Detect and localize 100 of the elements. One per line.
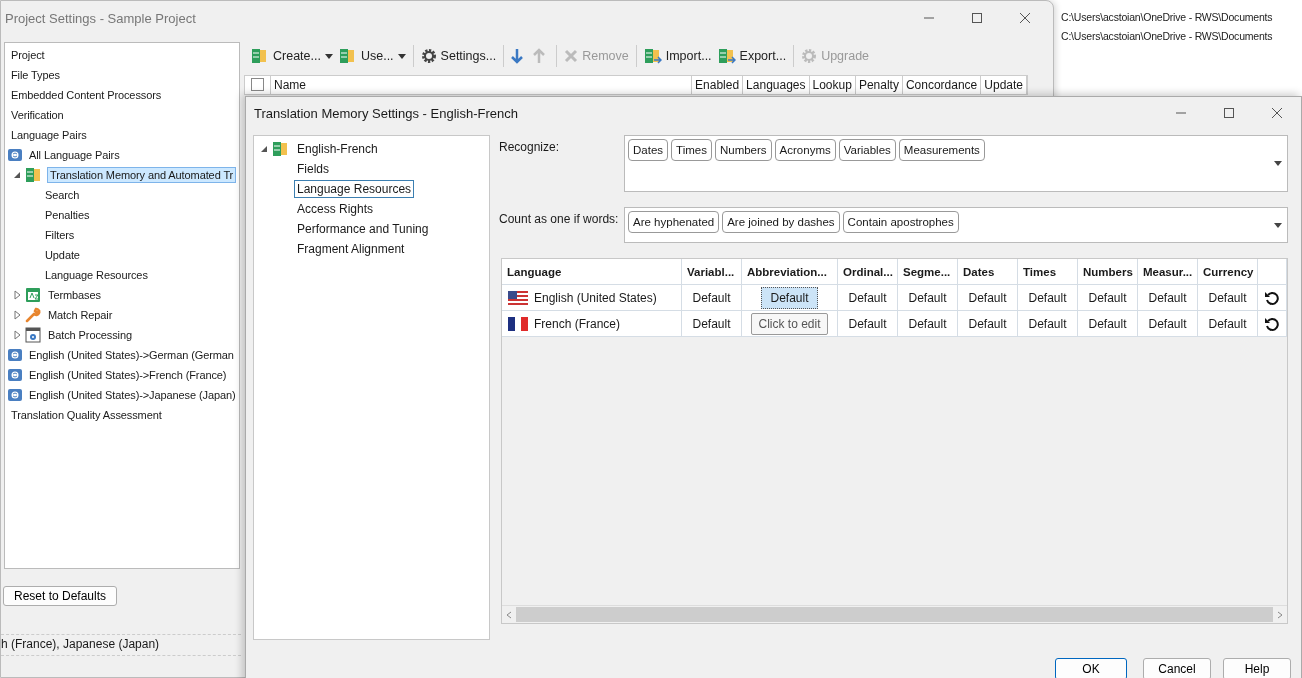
toolbar-button[interactable]: Use... bbox=[335, 46, 409, 66]
database-icon bbox=[338, 48, 357, 64]
tree-item[interactable]: Language Resources bbox=[294, 180, 415, 198]
reset-icon[interactable] bbox=[1264, 315, 1280, 332]
reset-icon[interactable] bbox=[1264, 289, 1280, 306]
tag-chip[interactable]: Numbers bbox=[714, 139, 772, 161]
tag-chip[interactable]: Times bbox=[671, 139, 712, 161]
edit-hint[interactable]: Click to edit bbox=[751, 312, 828, 335]
toolbar-button[interactable]: Settings... bbox=[417, 46, 500, 66]
table-cell[interactable]: Default bbox=[1199, 312, 1256, 335]
expand-icon[interactable] bbox=[11, 309, 23, 321]
dialog-title: Translation Memory Settings - English-French bbox=[254, 105, 519, 121]
table-cell[interactable]: Default bbox=[1019, 312, 1076, 335]
table-cell[interactable]: Default bbox=[1199, 286, 1256, 309]
column-header[interactable]: Enabled bbox=[692, 76, 744, 94]
tree-item[interactable]: Match Repair bbox=[45, 307, 116, 323]
tree-item[interactable]: Performance and Tuning bbox=[294, 220, 432, 238]
tree-item[interactable]: Language Pairs bbox=[8, 127, 90, 143]
table-cell[interactable]: Default bbox=[839, 312, 896, 335]
tree-item[interactable]: Search bbox=[42, 187, 83, 203]
tree-item[interactable]: Project bbox=[8, 47, 48, 63]
scrollbar[interactable] bbox=[502, 605, 1287, 623]
table-cell[interactable]: Default bbox=[839, 286, 896, 309]
close-icon[interactable] bbox=[1271, 107, 1283, 119]
window-title: Project Settings - Sample Project bbox=[5, 10, 197, 26]
table-cell[interactable]: Default bbox=[899, 312, 956, 335]
tree-item[interactable]: Fragment Alignment bbox=[294, 240, 408, 258]
tree-item[interactable]: Access Rights bbox=[294, 200, 377, 218]
tree-item[interactable]: English (United States)->French (France) bbox=[26, 367, 230, 383]
flag-icon bbox=[508, 290, 528, 305]
toolbar-button[interactable]: Create... bbox=[248, 46, 336, 66]
table-cell[interactable]: Default bbox=[1079, 286, 1136, 309]
table-cell[interactable]: Default bbox=[683, 286, 740, 309]
dropdown-caret-icon[interactable] bbox=[1274, 161, 1282, 166]
column-header[interactable]: Name bbox=[271, 76, 693, 94]
tree-item[interactable]: File Types bbox=[8, 67, 63, 83]
dialog-button[interactable]: Help bbox=[1223, 658, 1291, 678]
field-label: Recognize: bbox=[499, 140, 560, 154]
scrollbar-thumb[interactable] bbox=[516, 607, 1273, 622]
tag-chip[interactable]: Acronyms bbox=[774, 139, 836, 161]
tag-chip[interactable]: Are hyphenated bbox=[628, 211, 720, 233]
tree-item[interactable]: English-French bbox=[294, 140, 381, 158]
table-cell[interactable]: Default bbox=[1079, 312, 1136, 335]
file-path: C:\Users\acstoian\OneDrive - RWS\Documents bbox=[1060, 29, 1274, 44]
checkbox[interactable] bbox=[251, 78, 264, 91]
dropdown-caret-icon[interactable] bbox=[1274, 222, 1282, 228]
column-header[interactable]: Concordance bbox=[902, 76, 982, 94]
toolbar-button[interactable]: Export... bbox=[714, 46, 790, 66]
tag-chip[interactable]: Are joined by dashes bbox=[722, 211, 840, 233]
expand-icon[interactable] bbox=[11, 289, 23, 301]
maximize-icon[interactable] bbox=[971, 12, 983, 24]
tree-item[interactable]: Fields bbox=[294, 160, 332, 178]
tree-item[interactable]: Penalties bbox=[42, 207, 93, 223]
tree-item[interactable]: Translation Memory and Automated Tr bbox=[47, 167, 237, 183]
tree-item[interactable]: Embedded Content Processors bbox=[8, 87, 165, 103]
gear-window-icon bbox=[25, 327, 41, 343]
tag-chip[interactable]: Dates bbox=[628, 139, 669, 161]
language-name: English (United States) bbox=[534, 290, 657, 305]
tree-item[interactable]: Termbases bbox=[45, 287, 104, 303]
tree-item[interactable]: Filters bbox=[42, 227, 78, 243]
flag-icon bbox=[508, 316, 528, 331]
tag-chip[interactable]: Measurements bbox=[898, 139, 985, 161]
tree-item[interactable]: Update bbox=[42, 247, 83, 263]
tag-chip[interactable]: Contain apostrophes bbox=[842, 211, 959, 233]
toolbar-button[interactable]: Import... bbox=[640, 46, 715, 66]
reset-button[interactable]: Reset to Defaults bbox=[3, 586, 117, 606]
table-cell[interactable]: Default bbox=[761, 286, 818, 309]
globe-icon bbox=[8, 349, 22, 361]
column-header[interactable]: Languages bbox=[743, 76, 810, 94]
tag-field[interactable]: Are hyphenated Are joined by dashes Contain apostrophes bbox=[624, 207, 1288, 243]
table-icon bbox=[25, 287, 41, 303]
tree-item[interactable]: All Language Pairs bbox=[26, 147, 123, 163]
close-icon[interactable] bbox=[1019, 12, 1031, 24]
tree-item[interactable]: English (United States)->German (German bbox=[26, 347, 237, 363]
gear-icon bbox=[801, 48, 818, 64]
tree-item[interactable]: Translation Quality Assessment bbox=[8, 407, 165, 423]
column-header[interactable]: Lookup bbox=[809, 76, 856, 94]
tree-item[interactable]: Verification bbox=[8, 107, 67, 123]
table-cell[interactable]: Default bbox=[959, 312, 1016, 335]
dialog-button[interactable]: Cancel bbox=[1143, 658, 1211, 678]
dropdown-caret-icon[interactable] bbox=[397, 53, 406, 59]
tag-chip[interactable]: Variables bbox=[838, 139, 896, 161]
dropdown-caret-icon[interactable] bbox=[324, 53, 333, 59]
table-cell[interactable]: Default bbox=[1019, 286, 1076, 309]
table-cell[interactable]: Default bbox=[1139, 286, 1196, 309]
database-icon bbox=[717, 48, 736, 64]
dialog-button[interactable]: OK bbox=[1055, 658, 1127, 678]
tree-item[interactable]: Language Resources bbox=[42, 267, 151, 283]
tag-field[interactable]: Dates Times Numbers Acronyms Variables Measurements bbox=[624, 135, 1288, 192]
table-cell[interactable]: Default bbox=[899, 286, 956, 309]
tree-item[interactable]: English (United States)->Japanese (Japan) bbox=[26, 387, 239, 403]
table-cell[interactable]: Default bbox=[959, 286, 1016, 309]
tree-item[interactable]: Batch Processing bbox=[45, 327, 135, 343]
maximize-icon[interactable] bbox=[1223, 107, 1235, 119]
column-header[interactable]: Update bbox=[981, 76, 1027, 94]
table-cell[interactable]: Default bbox=[1139, 312, 1196, 335]
column-header[interactable]: Penalty bbox=[855, 76, 903, 94]
arrow-down-icon[interactable] bbox=[511, 48, 524, 64]
expand-icon[interactable] bbox=[11, 329, 23, 341]
table-cell[interactable]: Default bbox=[683, 312, 740, 335]
